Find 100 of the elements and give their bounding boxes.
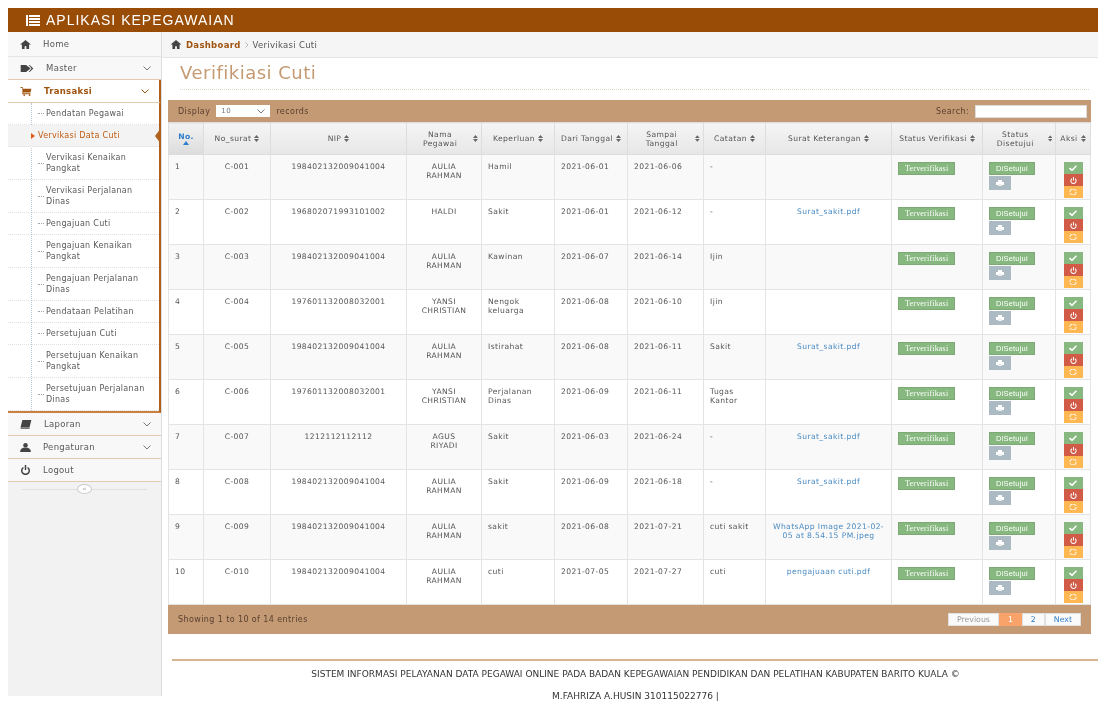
power-button[interactable] — [1063, 264, 1083, 276]
refresh-button[interactable] — [1063, 411, 1083, 423]
approve-button[interactable] — [1063, 567, 1083, 579]
entries-info: Showing 1 to 10 of 14 entries — [178, 615, 308, 624]
print-button[interactable] — [989, 266, 1011, 280]
status-label: Terverifikasi — [898, 522, 956, 535]
printer-icon — [996, 540, 1004, 546]
approve-button[interactable] — [1063, 297, 1083, 309]
approve-button[interactable] — [1063, 432, 1083, 444]
search-field[interactable] — [975, 104, 1087, 118]
sort-icon — [473, 135, 478, 142]
refresh-button[interactable] — [1063, 276, 1083, 288]
chevron-down-icon — [143, 65, 151, 71]
sort-icon — [1047, 135, 1052, 142]
status-label: Terverifikasi — [898, 162, 956, 175]
power-icon — [1069, 176, 1077, 184]
approve-button[interactable] — [1063, 252, 1083, 264]
approve-button[interactable] — [1063, 162, 1083, 174]
refresh-icon — [1069, 414, 1077, 420]
refresh-icon — [1069, 369, 1077, 375]
sidebar-item[interactable]: Pengaturan — [8, 436, 161, 459]
refresh-button[interactable] — [1063, 366, 1083, 378]
power-button[interactable] — [1063, 489, 1083, 501]
power-button[interactable] — [1063, 579, 1083, 591]
refresh-button[interactable] — [1063, 321, 1083, 333]
printer-icon — [996, 495, 1004, 501]
print-button[interactable] — [989, 536, 1011, 550]
chevron-down-icon — [257, 108, 266, 114]
refresh-button[interactable] — [1063, 186, 1083, 198]
chevron-right-icon — [244, 41, 249, 48]
sidebar-item[interactable]: Logout — [8, 459, 161, 482]
approve-button[interactable] — [1063, 207, 1083, 219]
print-button[interactable] — [989, 581, 1011, 595]
print-button[interactable] — [989, 446, 1011, 460]
power-button[interactable] — [1063, 354, 1083, 366]
sidebar-item[interactable]: Laporan — [8, 413, 161, 436]
submenu-item[interactable]: Pengajuan Cuti — [8, 213, 159, 235]
refresh-button[interactable] — [1063, 456, 1083, 468]
power-icon — [1069, 401, 1077, 409]
check-icon — [1069, 390, 1077, 396]
footer-text: M.FAHRIZA A.HUSIN 310115022776 | — [551, 690, 720, 703]
sort-icon — [344, 135, 350, 142]
sidebar-item[interactable]: Transaksi — [8, 80, 161, 103]
sort-icon — [616, 135, 622, 142]
sidebar-item[interactable]: Master — [8, 57, 161, 80]
chevron-down-icon — [143, 444, 151, 450]
chevron-down-icon — [143, 421, 151, 427]
chevron-down-icon — [141, 88, 149, 94]
approve-button[interactable] — [1063, 387, 1083, 399]
list-icon — [26, 14, 40, 26]
print-button[interactable] — [989, 311, 1011, 325]
sort-icon — [254, 135, 260, 142]
submenu-item[interactable]: Persetujuan Kenaikan Pangkat — [8, 345, 159, 378]
power-button[interactable] — [1063, 174, 1083, 186]
submenu-item[interactable]: Persetujuan Perjalanan Dinas — [8, 378, 159, 411]
breadcrumb-link[interactable]: Dashboard — [186, 39, 241, 50]
refresh-button[interactable] — [1063, 591, 1083, 603]
submenu-item[interactable]: Vervikasi Data Cuti — [8, 125, 159, 147]
check-icon — [1069, 300, 1077, 306]
submenu-item[interactable]: Pendataan Pelatihan — [8, 301, 159, 323]
power-button[interactable] — [1063, 309, 1083, 321]
submenu-item[interactable]: Vervikasi Kenaikan Pangkat — [8, 147, 159, 180]
approve-button[interactable] — [1063, 477, 1083, 489]
submenu-item[interactable]: Vervikasi Perjalanan Dinas — [8, 180, 159, 213]
power-button[interactable] — [1063, 399, 1083, 411]
printer-icon — [996, 405, 1004, 411]
status-label: Terverifikasi — [898, 477, 956, 490]
print-button[interactable] — [989, 221, 1011, 235]
print-button[interactable] — [989, 491, 1011, 505]
status-label: Terverifikasi — [898, 252, 956, 265]
sidebar-item[interactable]: Home — [8, 32, 161, 57]
sort-icon — [969, 135, 975, 142]
power-button[interactable] — [1063, 219, 1083, 231]
approve-button[interactable] — [1063, 522, 1083, 534]
refresh-button[interactable] — [1063, 231, 1083, 243]
sort-icon — [749, 135, 755, 142]
power-icon — [1069, 536, 1077, 544]
power-button[interactable] — [1063, 534, 1083, 546]
power-icon — [1069, 581, 1077, 589]
home-icon — [20, 39, 31, 49]
print-button[interactable] — [989, 176, 1011, 190]
submenu-item[interactable]: Pengajuan Kenaikan Pangkat — [8, 235, 159, 268]
status-label: Terverifikasi — [898, 297, 956, 310]
printer-icon — [996, 585, 1004, 591]
power-icon — [1069, 446, 1077, 454]
check-icon — [1069, 210, 1077, 216]
refresh-button[interactable] — [1063, 546, 1083, 558]
refresh-button[interactable] — [1063, 501, 1083, 513]
records-label: records — [276, 106, 309, 116]
submenu-item[interactable]: Pengajuan Perjalanan Dinas — [8, 268, 159, 301]
submenu-item[interactable]: Persetujuan Cuti — [8, 323, 159, 345]
refresh-icon — [1069, 594, 1077, 600]
check-icon — [1069, 570, 1077, 576]
print-button[interactable] — [989, 401, 1011, 415]
power-icon — [1069, 491, 1077, 499]
power-button[interactable] — [1063, 444, 1083, 456]
approve-button[interactable] — [1063, 342, 1083, 354]
sort-icon — [864, 135, 869, 142]
user-icon — [20, 442, 31, 452]
print-button[interactable] — [989, 356, 1011, 370]
